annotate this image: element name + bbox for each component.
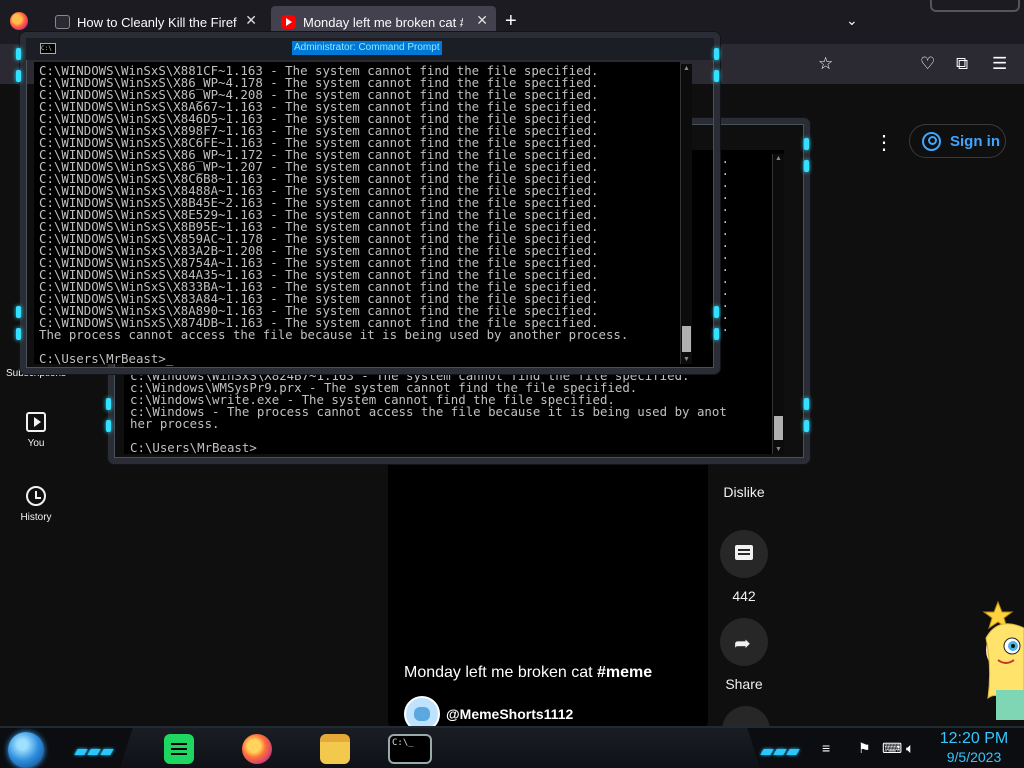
extensions-icon[interactable]: ⧉ — [956, 54, 968, 74]
scroll-up-icon[interactable]: ▲ — [682, 64, 691, 73]
scrollbar-thumb[interactable] — [774, 416, 783, 440]
list-all-tabs-button[interactable]: ⌄ — [846, 12, 858, 29]
command-prompt-taskbar-icon[interactable]: C:\_ — [388, 734, 432, 764]
frame-accent — [714, 48, 719, 60]
video-title: Monday left me broken cat #meme — [404, 664, 652, 682]
cmd-window-icon: C:\ — [40, 43, 56, 54]
show-hidden-icons-icon[interactable]: ≡ — [822, 740, 830, 756]
frame-accent — [804, 138, 809, 150]
cmd-front-output: C:\WINDOWS\WinSxS\X881CF~1.163 - The sys… — [39, 64, 599, 329]
firefox-menu-icon[interactable] — [10, 12, 28, 30]
taskbar-accent — [74, 742, 115, 755]
close-icon[interactable]: ✕ — [476, 12, 488, 29]
tab-favicon-icon — [55, 15, 70, 29]
frame-accent — [16, 48, 21, 60]
share-label: Share — [725, 676, 763, 692]
sign-in-button[interactable]: Sign in — [909, 124, 1006, 158]
frame-accent — [714, 328, 719, 340]
video-title-text: Monday left me broken cat — [404, 664, 597, 681]
sidebar-item-label: History — [20, 512, 52, 523]
firefox-icon[interactable] — [242, 734, 272, 764]
cmd-back-scrollbar[interactable]: ▲ ▼ — [772, 154, 784, 454]
system-clock[interactable]: 12:20 PM 9/5/2023 — [936, 730, 1012, 766]
youtube-icon — [281, 15, 296, 29]
taskbar: C:\_ ≡ ⚑ ⌨ 🔈︎ 12:20 PM 9/5/2023 — [0, 726, 1024, 768]
frame-accent — [714, 70, 719, 82]
scrollbar-thumb[interactable] — [682, 326, 691, 352]
cmd-front-titlebar[interactable]: C:\ Administrator: Command Prompt — [26, 38, 714, 60]
frame-accent — [714, 306, 719, 318]
scroll-up-icon[interactable]: ▲ — [774, 154, 783, 163]
sidebar-item-you[interactable]: You — [0, 412, 72, 449]
frame-accent — [16, 70, 21, 82]
comment-icon — [720, 530, 768, 578]
tab-label: Monday left me broken cat #m — [303, 14, 463, 30]
cmd-back-prompt[interactable]: C:\Users\MrBeast> — [130, 441, 257, 454]
video-hashtag[interactable]: #meme — [597, 664, 652, 681]
spotify-icon[interactable] — [164, 734, 194, 764]
dislike-button[interactable]: Dislike — [718, 484, 770, 500]
bookmark-star-icon[interactable]: ☆ — [818, 54, 833, 74]
console-line: her process. — [130, 416, 220, 431]
dislike-label: Dislike — [723, 484, 765, 500]
frame-accent — [106, 420, 111, 432]
cmd-front-error: The process cannot access the file becau… — [39, 327, 629, 342]
start-button[interactable] — [8, 732, 44, 768]
account-icon — [922, 132, 941, 151]
sidebar-item-history[interactable]: History — [0, 486, 72, 523]
taskbar-accent — [760, 742, 801, 755]
scroll-down-icon[interactable]: ▼ — [682, 355, 691, 364]
network-icon[interactable]: ⌨ — [882, 740, 902, 757]
frame-accent — [106, 398, 111, 410]
cmd-front-scrollbar[interactable]: ▲ ▼ — [680, 64, 692, 364]
window-frame-decoration — [930, 0, 1020, 12]
comments-count: 442 — [732, 588, 756, 604]
file-explorer-icon[interactable] — [320, 734, 350, 764]
share-icon: ➦ — [720, 618, 768, 666]
clock-date: 9/5/2023 — [946, 749, 1002, 765]
clock-time: 12:20 PM — [939, 730, 1009, 747]
cartoon-character-mascot — [982, 600, 1024, 720]
frame-accent — [804, 420, 809, 432]
library-icon — [26, 412, 46, 432]
frame-accent — [804, 160, 809, 172]
cmd-back-output: c:\Windows\WinSxS\X824B7~1.163 - The sys… — [130, 369, 727, 431]
cmd-front-prompt[interactable]: C:\Users\MrBeast>_ — [39, 352, 173, 365]
share-button[interactable]: ➦ Share — [718, 618, 770, 692]
app-menu-icon[interactable]: ☰ — [992, 54, 1007, 74]
sign-in-label: Sign in — [950, 132, 1000, 150]
history-icon — [26, 486, 46, 506]
desktop: How to Cleanly Kill the Firefox.e ✕ Mond… — [0, 0, 1024, 768]
frame-accent — [16, 328, 21, 340]
scroll-down-icon[interactable]: ▼ — [774, 445, 783, 454]
flag-icon[interactable]: ⚑ — [858, 740, 871, 757]
new-tab-button[interactable]: + — [505, 10, 517, 33]
channel-name[interactable]: @MemeShorts1112 — [446, 706, 573, 722]
frame-accent — [16, 306, 21, 318]
cmd-window-title: Administrator: Command Prompt — [292, 41, 442, 55]
volume-icon[interactable]: 🔈︎ — [906, 740, 914, 757]
cmd-window-front[interactable]: C:\WINDOWS\WinSxS\X881CF~1.163 - The sys… — [34, 62, 680, 365]
more-options-icon[interactable]: ⋮ — [874, 130, 894, 155]
frame-accent — [804, 398, 809, 410]
video-player[interactable] — [388, 458, 708, 732]
comments-button[interactable]: 442 — [718, 530, 770, 604]
close-icon[interactable]: ✕ — [245, 12, 257, 29]
sidebar-item-label: You — [27, 438, 45, 449]
tab-label: How to Cleanly Kill the Firefox.e — [77, 14, 237, 30]
pocket-icon[interactable]: ♡ — [920, 54, 935, 74]
taskbar-band — [120, 728, 760, 768]
